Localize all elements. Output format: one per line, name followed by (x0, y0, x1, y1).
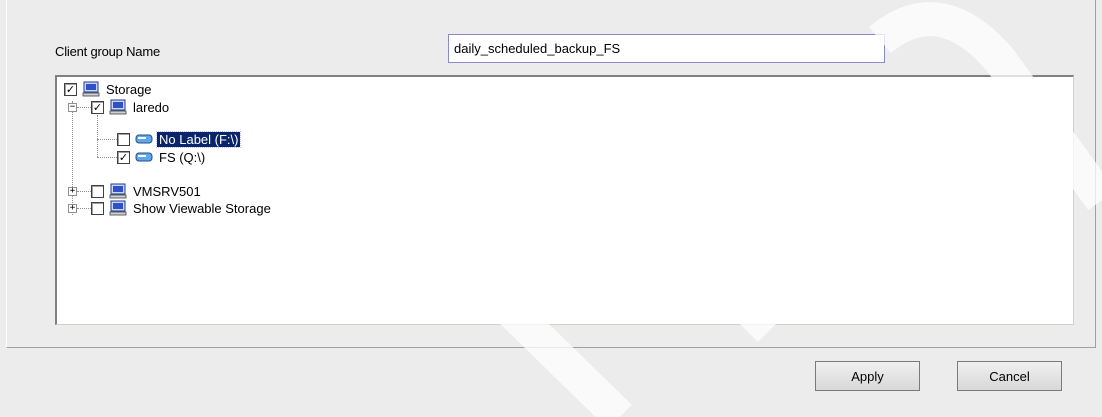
storage-checkbox[interactable]: ✓ (64, 82, 77, 96)
vmsrv501-checkbox[interactable] (91, 184, 104, 198)
tree-node-label: laredo (133, 99, 170, 115)
collapse-icon[interactable]: − (68, 103, 77, 112)
tree-node-laredo[interactable]: ✓ laredo (91, 98, 171, 116)
storage-tree[interactable]: ✓ Storage − ✓ laredo No Label (F:\) ✓ FS… (55, 75, 1074, 325)
client-group-name-input[interactable] (448, 34, 885, 63)
tree-connector (97, 139, 117, 140)
tree-connector (77, 208, 91, 209)
show-viewable-storage-checkbox[interactable] (91, 201, 104, 215)
no-label-checkbox[interactable] (117, 132, 130, 146)
tree-connector (97, 115, 98, 157)
tree-connector (77, 107, 91, 108)
laredo-checkbox[interactable]: ✓ (91, 100, 104, 114)
cancel-button[interactable]: Cancel (957, 361, 1062, 391)
tree-node-label: No Label (F:\) (155, 130, 242, 148)
expand-icon[interactable]: + (68, 204, 77, 213)
drive-icon (135, 134, 153, 144)
tree-node-no-label-drive[interactable]: No Label (F:\) (117, 130, 242, 148)
tree-node-label: VMSRV501 (133, 183, 201, 199)
fs-checkbox[interactable]: ✓ (117, 150, 130, 164)
tree-node-label: Storage (106, 81, 152, 97)
computer-icon (82, 81, 100, 97)
computer-icon (109, 200, 127, 216)
tree-node-vmsrv501[interactable]: VMSRV501 (91, 182, 203, 200)
tree-connector (97, 157, 117, 158)
expand-icon[interactable]: + (68, 187, 77, 196)
tree-node-storage[interactable]: ✓ Storage (64, 80, 154, 98)
computer-icon (109, 99, 127, 115)
client-group-name-label: Client group Name (55, 44, 160, 59)
computer-icon (109, 183, 127, 199)
tree-node-label: FS (Q:\) (159, 149, 206, 165)
tree-connector (72, 101, 73, 215)
tree-node-fs-drive[interactable]: ✓ FS (Q:\) (117, 148, 207, 166)
tree-node-show-viewable-storage[interactable]: Show Viewable Storage (91, 199, 273, 217)
tree-connector (77, 191, 91, 192)
drive-icon (135, 152, 153, 162)
apply-button[interactable]: Apply (815, 361, 920, 391)
tree-node-label: Show Viewable Storage (133, 200, 271, 216)
